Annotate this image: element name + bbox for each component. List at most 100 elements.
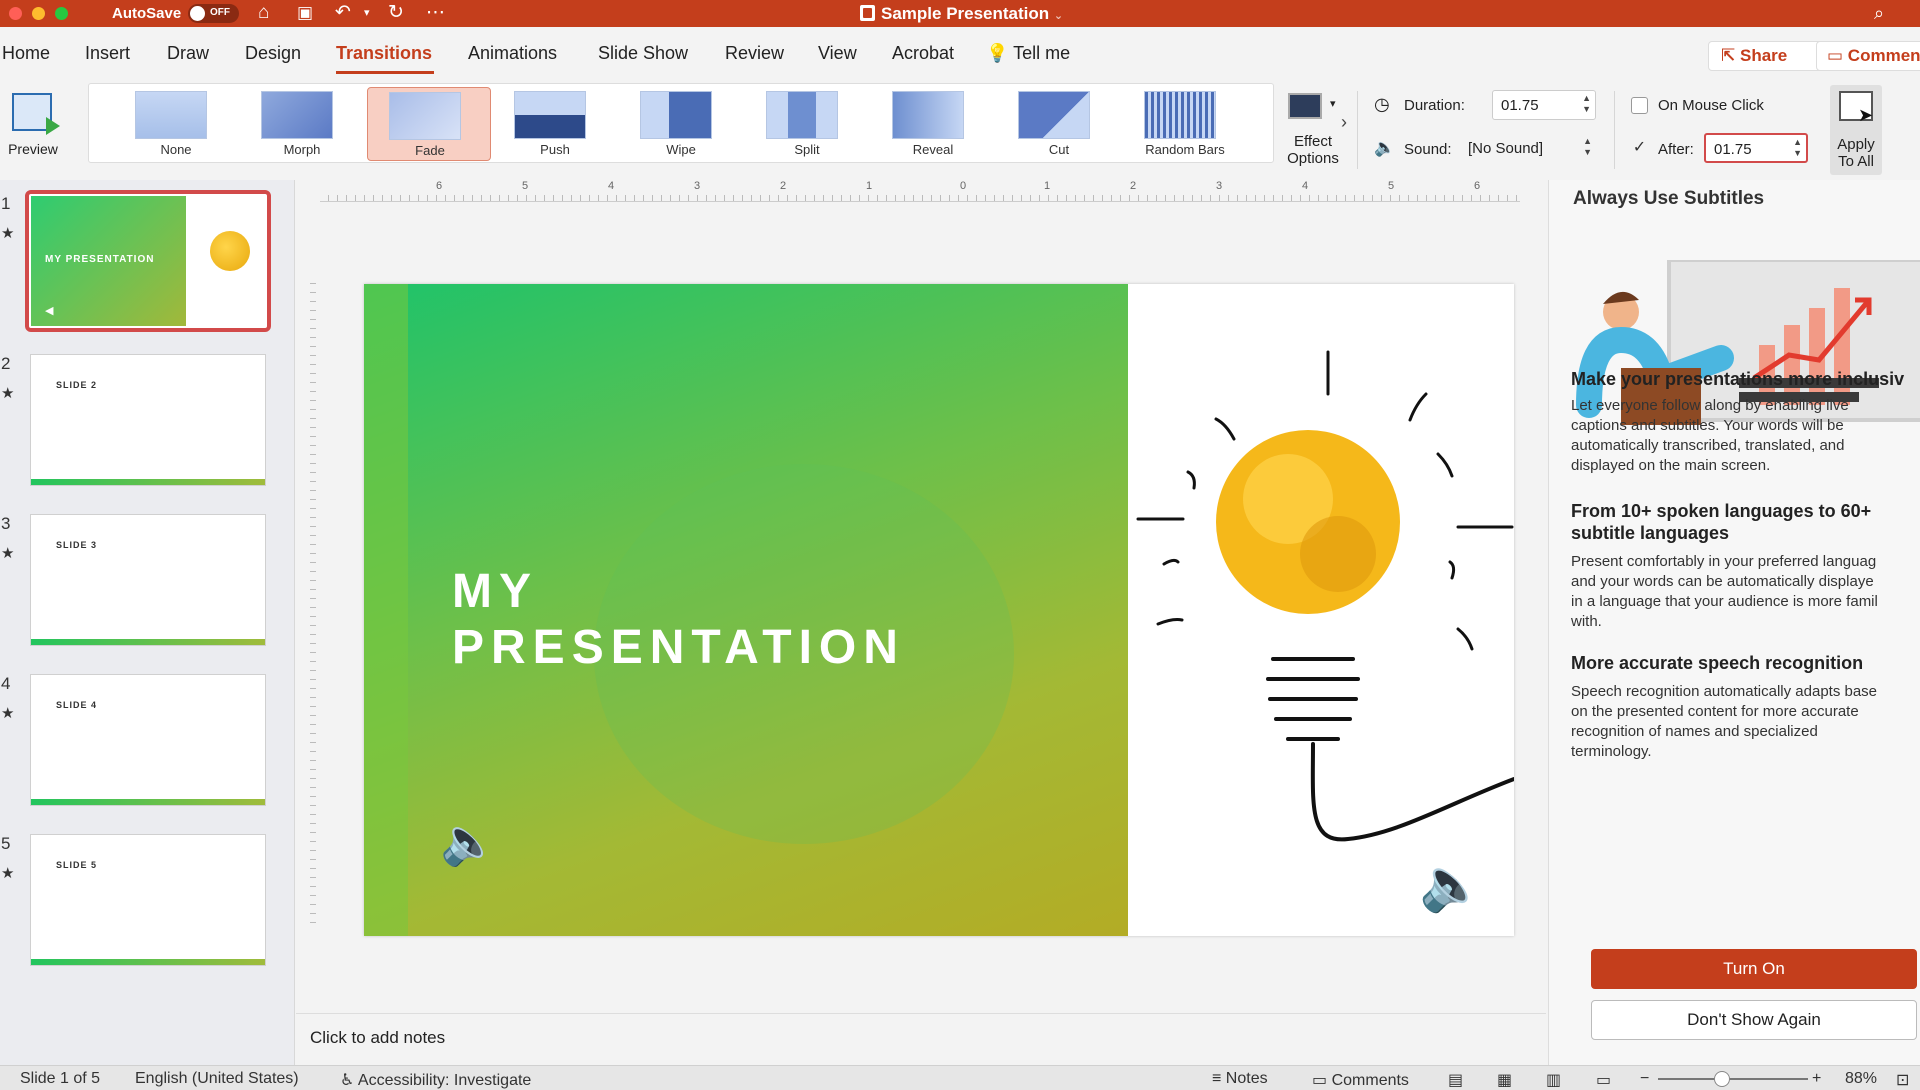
- more-icon[interactable]: ⋯: [426, 1, 445, 25]
- zoom-slider-handle[interactable]: [1714, 1071, 1730, 1087]
- notes-toggle[interactable]: ≡ Notes: [1212, 1070, 1268, 1088]
- slide-thumbnail-5[interactable]: SLIDE 5: [30, 834, 266, 966]
- accessibility-status[interactable]: ♿ Accessibility: Investigate: [340, 1070, 531, 1090]
- audio-placeholder-icon[interactable]: 🔈: [1419, 854, 1484, 915]
- duration-stepper[interactable]: ▲ ▼: [1582, 93, 1591, 115]
- tab-animations[interactable]: Animations: [468, 43, 557, 64]
- maximize-window-button[interactable]: [55, 7, 68, 20]
- subtitles-pane: Always Use Subtitles Make your presentat…: [1548, 180, 1920, 1065]
- slide-title[interactable]: MY PRESENTATION: [452, 564, 905, 676]
- tab-transitions[interactable]: Transitions: [336, 43, 432, 64]
- zoom-slider[interactable]: [1658, 1078, 1808, 1080]
- undo-dropdown-icon[interactable]: ▾: [364, 1, 370, 25]
- slide-sorter-icon[interactable]: ▦: [1497, 1070, 1512, 1090]
- turn-on-button[interactable]: Turn On: [1591, 949, 1917, 989]
- minimize-window-button[interactable]: [32, 7, 45, 20]
- reading-view-icon[interactable]: ▥: [1546, 1070, 1561, 1090]
- slide-green-panel: MY PRESENTATION 🔈: [364, 284, 1128, 936]
- language-status[interactable]: English (United States): [135, 1070, 299, 1088]
- slide-1-preview: MY PRESENTATION ◀: [31, 196, 265, 326]
- ribbon-separator: [1614, 91, 1615, 169]
- transition-wipe[interactable]: Wipe: [619, 87, 743, 161]
- tab-design[interactable]: Design: [245, 43, 301, 64]
- document-title[interactable]: Sample Presentation ⌄: [860, 4, 1063, 24]
- close-window-button[interactable]: [9, 7, 22, 20]
- autosave-toggle[interactable]: OFF: [188, 4, 239, 23]
- ruler-number: 6: [1474, 180, 1481, 192]
- star-icon: ★: [1, 385, 15, 402]
- preview-icon: [12, 93, 60, 135]
- after-checkbox[interactable]: ✓: [1631, 140, 1648, 157]
- transition-morph[interactable]: Morph: [240, 87, 364, 161]
- slide-thumbnail-2[interactable]: SLIDE 2: [30, 354, 266, 486]
- slide-thumbnail-3[interactable]: SLIDE 3: [30, 514, 266, 646]
- dont-show-again-button[interactable]: Don't Show Again: [1591, 1000, 1917, 1040]
- horizontal-ruler: 6 5 4 3 2 1 0 1 2 3 4 5 6: [320, 180, 1520, 202]
- slide-canvas[interactable]: MY PRESENTATION 🔈 🔈: [364, 284, 1514, 936]
- ribbon-body: Preview None Morph Fade Push Wipe Split: [0, 83, 1920, 178]
- transition-cut[interactable]: Cut: [997, 87, 1121, 161]
- tab-acrobat[interactable]: Acrobat: [892, 43, 954, 64]
- preview-button[interactable]: Preview: [4, 89, 60, 161]
- redo-icon[interactable]: ↻: [388, 1, 404, 25]
- transition-reveal[interactable]: Reveal: [871, 87, 995, 161]
- search-icon[interactable]: ⌕: [1874, 1, 1884, 25]
- slide-number: 1: [1, 194, 11, 213]
- tab-insert[interactable]: Insert: [85, 43, 130, 64]
- autosave-knob: [190, 6, 205, 21]
- thumb-accent-bar: [31, 799, 265, 805]
- tab-slide-show[interactable]: Slide Show: [598, 43, 688, 64]
- audio-icon[interactable]: 🔈: [440, 814, 497, 869]
- normal-view-icon[interactable]: ▤: [1448, 1070, 1463, 1090]
- home-icon[interactable]: ⌂: [258, 1, 269, 25]
- transition-label: Push: [540, 142, 570, 157]
- share-button[interactable]: ⇱ Share: [1708, 41, 1824, 71]
- comments-toggle[interactable]: ▭ Comments: [1312, 1070, 1409, 1090]
- pane-text-inclusive: Let everyone follow along by enabling li…: [1571, 397, 1849, 474]
- sound-select[interactable]: [No Sound] ▲ ▼: [1460, 134, 1596, 164]
- preview-label: Preview: [8, 141, 58, 157]
- autosave-state: OFF: [210, 7, 230, 18]
- slide-thumbnail-4[interactable]: SLIDE 4: [30, 674, 266, 806]
- slide-thumbnail-1[interactable]: MY PRESENTATION ◀: [25, 190, 271, 332]
- save-icon[interactable]: ▣: [297, 1, 313, 25]
- undo-icon[interactable]: ↶: [335, 1, 351, 25]
- notes-icon: ≡: [1212, 1070, 1222, 1087]
- zoom-in-icon[interactable]: +: [1812, 1070, 1821, 1088]
- star-icon: ★: [1, 225, 15, 242]
- transition-label: Split: [794, 142, 820, 157]
- tab-review[interactable]: Review: [725, 43, 784, 64]
- zoom-out-icon[interactable]: −: [1640, 1070, 1649, 1088]
- after-input[interactable]: 01.75 ▲ ▼: [1704, 133, 1808, 163]
- lightbulb-illustration[interactable]: [1128, 284, 1514, 936]
- tab-view[interactable]: View: [818, 43, 857, 64]
- comments-button[interactable]: ▭ Commen: [1816, 41, 1920, 71]
- transition-label: Wipe: [666, 142, 696, 157]
- ribbon-separator: [1357, 91, 1358, 169]
- thumb-title: MY PRESENTATION: [45, 254, 155, 265]
- slide-count: Slide 1 of 5: [20, 1070, 101, 1087]
- after-stepper[interactable]: ▲ ▼: [1793, 137, 1802, 159]
- presenter-view-icon[interactable]: ▭: [1596, 1070, 1611, 1090]
- speaker-icon: 🔈: [1374, 138, 1396, 157]
- gallery-next-icon[interactable]: ›: [1341, 112, 1347, 133]
- duration-input[interactable]: 01.75 ▲ ▼: [1492, 90, 1596, 120]
- zoom-level[interactable]: 88%: [1845, 1070, 1877, 1088]
- transition-label: Reveal: [912, 142, 954, 157]
- transition-reveal-thumb: [892, 91, 964, 139]
- effect-options-button[interactable]: ▾ Effect Options: [1278, 91, 1339, 171]
- ribbon-tabs: Home Insert Draw Design Transitions Anim…: [0, 27, 1920, 83]
- transition-push[interactable]: Push: [493, 87, 617, 161]
- transition-none[interactable]: None: [114, 87, 238, 161]
- transition-split[interactable]: Split: [745, 87, 869, 161]
- tab-home[interactable]: Home: [2, 43, 50, 64]
- transition-random-bars[interactable]: Random Bars: [1123, 87, 1247, 161]
- apply-to-all-button[interactable]: Apply To All ➤: [1830, 85, 1882, 175]
- tab-draw[interactable]: Draw: [167, 43, 209, 64]
- tab-tell-me[interactable]: 💡 Tell me: [986, 43, 1070, 64]
- on-mouse-click-checkbox[interactable]: [1631, 97, 1648, 114]
- fit-to-window-icon[interactable]: ⊡: [1896, 1070, 1909, 1090]
- transition-fade[interactable]: Fade: [367, 87, 491, 161]
- accessibility-icon: ♿: [340, 1072, 355, 1089]
- notes-area[interactable]: Click to add notes: [296, 1013, 1546, 1057]
